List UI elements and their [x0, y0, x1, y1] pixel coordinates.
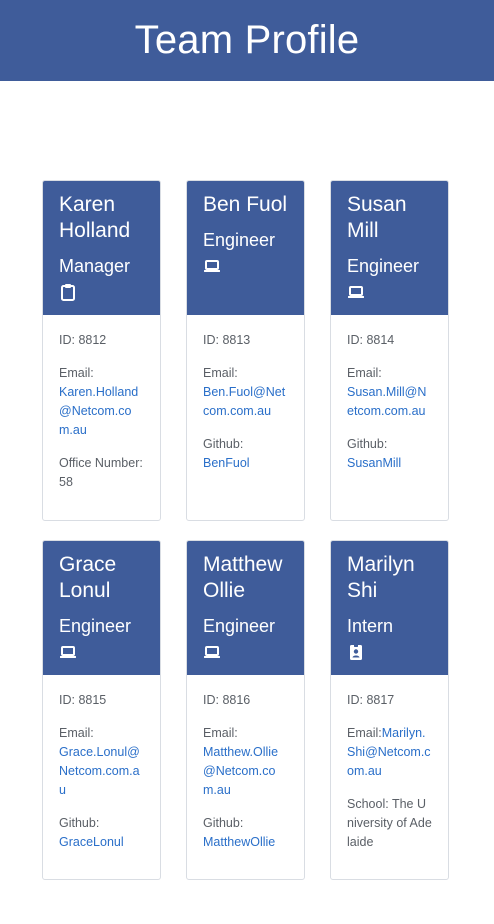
employee-name: Ben Fuol [203, 193, 288, 216]
email-link[interactable]: Susan.Mill@Netcom.com.au [347, 385, 426, 418]
employee-card: Ben Fuol Engineer ID: 8813 Email: Ben.Fu… [186, 180, 305, 521]
github-field: Github: GraceLonul [59, 814, 144, 852]
email-field: Email: Karen.Holland@Netcom.com.au [59, 364, 144, 440]
email-field: Email:Marilyn.Shi@Netcom.com.au [347, 724, 432, 781]
employee-name: Karen Holland [59, 193, 131, 242]
laptop-icon [60, 646, 76, 658]
card-header: Karen Holland Manager [43, 181, 160, 315]
employee-role: Manager [59, 256, 131, 276]
github-link[interactable]: BenFuol [203, 456, 250, 470]
email-field: Email: Grace.Lonul@Netcom.com.au [59, 724, 144, 800]
school-field: School: The University of Adelaide [347, 795, 432, 852]
employee-role: Engineer [59, 616, 132, 636]
card-header: Grace Lonul Engineer [43, 541, 160, 675]
employee-name: Marilyn Shi [347, 553, 415, 602]
card-body: ID: 8815 Email: Grace.Lonul@Netcom.com.a… [43, 675, 160, 876]
employee-card: Marilyn Shi Intern ID: 8817 Email:Marily… [330, 540, 449, 880]
employee-id: ID: 8817 [347, 693, 395, 707]
employee-id: ID: 8816 [203, 693, 251, 707]
email-label: Email: [347, 366, 382, 380]
email-field: Email: Ben.Fuol@Netcom.com.au [203, 364, 288, 421]
laptop-icon [204, 646, 220, 658]
card-body: ID: 8813 Email: Ben.Fuol@Netcom.com.au G… [187, 315, 304, 497]
employee-role: Intern [347, 616, 394, 636]
employee-role: Engineer [203, 616, 276, 636]
laptop-icon [204, 260, 220, 272]
card-header: Matthew Ollie Engineer [187, 541, 304, 675]
employee-id: ID: 8815 [59, 693, 107, 707]
email-label: Email: [59, 366, 94, 380]
employee-role: Engineer [347, 256, 420, 276]
card-body: ID: 8814 Email: Susan.Mill@Netcom.com.au… [331, 315, 448, 497]
email-label: Email: [59, 726, 94, 740]
github-label: Github: [59, 816, 100, 830]
employee-id: ID: 8813 [203, 333, 251, 347]
employee-card: Matthew Ollie Engineer ID: 8816 Email: M… [186, 540, 305, 880]
clipboard-icon [61, 284, 75, 301]
employee-id: ID: 8814 [347, 333, 395, 347]
card-header: Ben Fuol Engineer [187, 181, 304, 315]
page-header: Team Profile [0, 0, 494, 81]
office-number-label: Office Number: [59, 456, 143, 470]
email-link[interactable]: Ben.Fuol@Netcom.com.au [203, 385, 285, 418]
employee-name: Matthew Ollie [203, 553, 283, 602]
employee-id: ID: 8812 [59, 333, 107, 347]
email-link[interactable]: Matthew.Ollie@Netcom.com.au [203, 745, 278, 797]
office-number-field: Office Number: 58 [59, 454, 144, 492]
employee-card: Grace Lonul Engineer ID: 8815 Email: Gra… [42, 540, 161, 880]
office-number-value: 58 [59, 475, 73, 489]
github-label: Github: [347, 437, 388, 451]
email-field: Email: Matthew.Ollie@Netcom.com.au [203, 724, 288, 800]
employee-name: Grace Lonul [59, 553, 117, 602]
github-link[interactable]: SusanMill [347, 456, 401, 470]
employee-role: Engineer [203, 230, 276, 250]
employee-card: Susan Mill Engineer ID: 8814 Email: Susa… [330, 180, 449, 521]
github-label: Github: [203, 437, 244, 451]
card-header: Marilyn Shi Intern [331, 541, 448, 675]
github-field: Github: BenFuol [203, 435, 288, 473]
email-label: Email: [203, 726, 238, 740]
employee-name: Susan Mill [347, 193, 407, 242]
github-label: Github: [203, 816, 244, 830]
email-label: Email: [203, 366, 238, 380]
school-label: School: [347, 797, 389, 811]
card-header: Susan Mill Engineer [331, 181, 448, 315]
github-field: Github: MatthewOllie [203, 814, 288, 852]
card-body: ID: 8816 Email: Matthew.Ollie@Netcom.com… [187, 675, 304, 876]
github-field: Github: SusanMill [347, 435, 432, 473]
github-link[interactable]: GraceLonul [59, 835, 124, 849]
laptop-icon [348, 286, 364, 298]
employee-card: Karen Holland Manager ID: 8812 Email: Ka… [42, 180, 161, 521]
email-link[interactable]: Karen.Holland@Netcom.com.au [59, 385, 138, 437]
id-badge-icon [350, 644, 362, 660]
page-title: Team Profile [134, 18, 360, 62]
email-field: Email: Susan.Mill@Netcom.com.au [347, 364, 432, 421]
email-label: Email: [347, 726, 382, 740]
card-body: ID: 8812 Email: Karen.Holland@Netcom.com… [43, 315, 160, 516]
card-body: ID: 8817 Email:Marilyn.Shi@Netcom.com.au… [331, 675, 448, 876]
github-link[interactable]: MatthewOllie [203, 835, 275, 849]
email-link[interactable]: Grace.Lonul@Netcom.com.au [59, 745, 140, 797]
